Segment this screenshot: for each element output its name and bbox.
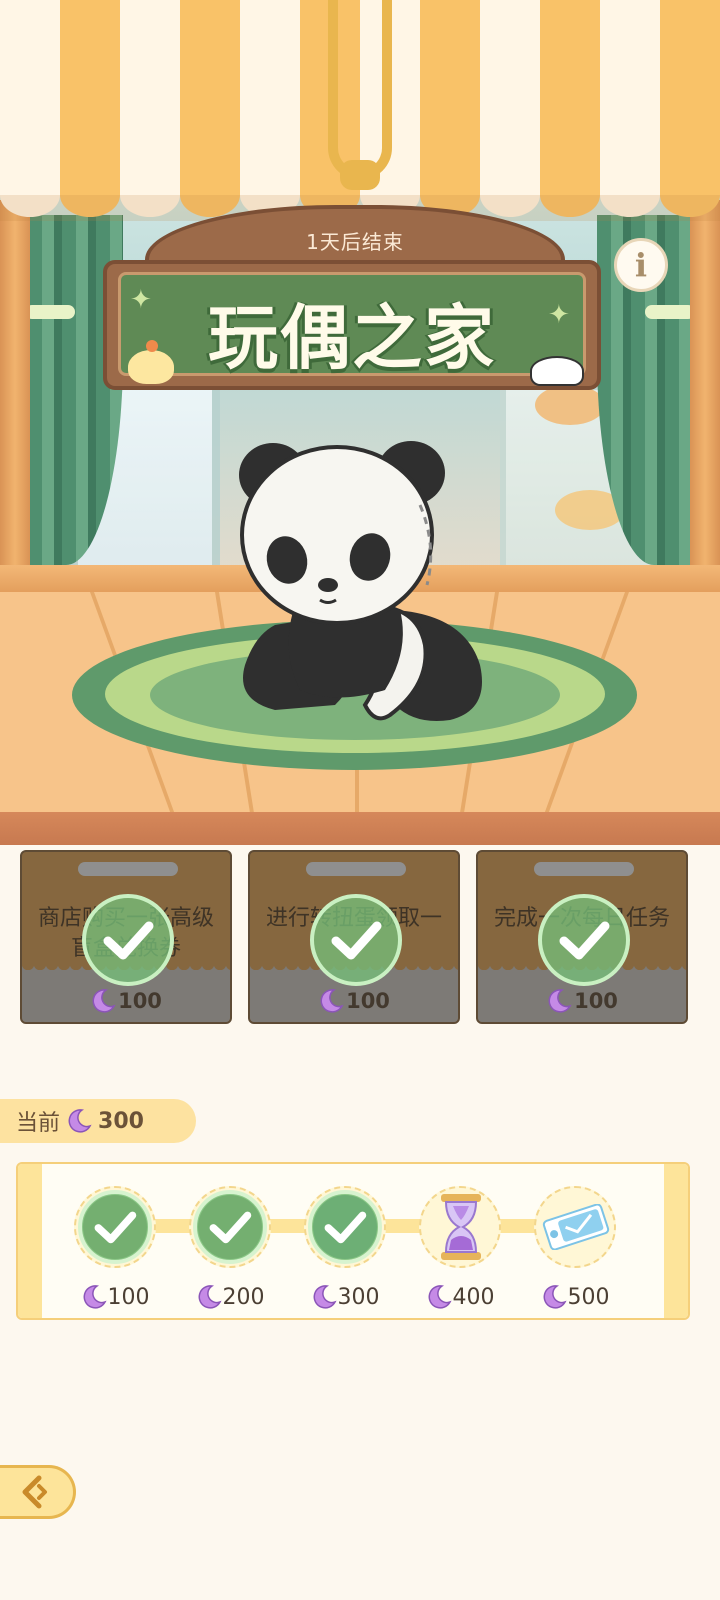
moon-icon [90, 988, 116, 1014]
moon-icon [81, 1284, 107, 1310]
frame-post-right [690, 200, 720, 590]
milestone-node[interactable] [70, 1182, 160, 1272]
background-bread [535, 385, 605, 425]
moon-icon [66, 1108, 92, 1134]
event-stage: 1天后结束 玩偶之家 ✦ ✦ i [0, 0, 720, 845]
task-card[interactable]: 进行转扭蛋领取一 100 [248, 850, 460, 1024]
moon-icon [541, 1284, 567, 1310]
ticket-icon [542, 1204, 610, 1250]
current-value: 300 [98, 1108, 144, 1134]
milestone-label: 500 [520, 1284, 630, 1310]
completed-check-icon [193, 1190, 267, 1264]
task-reward: 100 [478, 988, 686, 1014]
moon-icon [426, 1284, 452, 1310]
frame-post-left [0, 200, 30, 590]
event-timer: 1天后结束 [306, 230, 404, 254]
completed-check-icon [82, 894, 174, 986]
floor-edge [0, 812, 720, 845]
event-title: 玩偶之家 [208, 297, 496, 379]
task-card[interactable]: 完成一次每日任务 100 [476, 850, 688, 1024]
sparkle-icon: ✦ [548, 300, 570, 330]
task-card[interactable]: 商店购买一张高级盲盒兑换券 100 [20, 850, 232, 1024]
task-reward-value: 100 [118, 989, 162, 1013]
milestone-label: 300 [290, 1284, 400, 1310]
task-list: 商店购买一张高级盲盒兑换券 100 进行转扭蛋领取一 100 完成一次每日任务 [20, 850, 688, 1026]
milestone-label: 100 [60, 1284, 170, 1310]
info-button[interactable]: i [614, 238, 668, 292]
milestone-label: 200 [175, 1284, 285, 1310]
current-points-badge: 当前 300 [0, 1099, 196, 1143]
sparkle-icon: ✦ [130, 285, 152, 315]
milestone-node[interactable] [300, 1182, 390, 1272]
milestone-node[interactable] [415, 1182, 505, 1272]
completed-check-icon [78, 1190, 152, 1264]
curtain-tie [645, 305, 695, 319]
milestone-label: 400 [405, 1284, 515, 1310]
chick-decoration [128, 340, 174, 384]
info-icon: i [634, 246, 648, 284]
curtain-tie [25, 305, 75, 319]
moon-icon [546, 988, 572, 1014]
task-reward: 100 [22, 988, 230, 1014]
task-reward: 100 [250, 988, 458, 1014]
milestone-node[interactable] [530, 1182, 620, 1272]
milestone-node[interactable] [185, 1182, 275, 1272]
panda-plush [239, 441, 482, 721]
completed-check-icon [538, 894, 630, 986]
task-reward-value: 100 [346, 989, 390, 1013]
milestone-track: 100 200 300 400 500 [16, 1162, 690, 1320]
panda-decoration [530, 356, 584, 386]
moon-icon [196, 1284, 222, 1310]
current-label: 当前 [16, 1111, 61, 1136]
completed-check-icon [308, 1190, 382, 1264]
completed-check-icon [310, 894, 402, 986]
back-button[interactable] [0, 1465, 76, 1519]
sign-rope [328, 0, 392, 180]
hourglass-icon [441, 1194, 481, 1260]
task-reward-value: 100 [574, 989, 618, 1013]
moon-icon [311, 1284, 337, 1310]
back-arrow-icon [22, 1475, 47, 1509]
moon-icon [318, 988, 344, 1014]
